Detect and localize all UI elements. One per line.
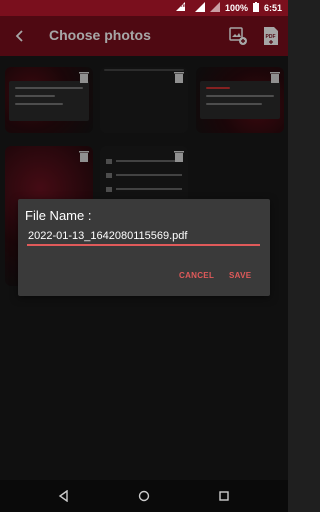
triangle-back-icon xyxy=(58,490,68,502)
clock: 6:51 xyxy=(263,3,282,13)
battery-percentage: 100% xyxy=(224,3,248,13)
lte-icon: LTE xyxy=(175,2,190,14)
save-button[interactable]: SAVE xyxy=(229,271,251,280)
nav-recents-button[interactable] xyxy=(216,488,232,504)
file-name-dialog: File Name : CANCEL SAVE xyxy=(18,199,270,296)
square-recents-icon xyxy=(219,491,229,501)
signal-icon-2 xyxy=(209,2,220,14)
cancel-button[interactable]: CANCEL xyxy=(179,271,214,280)
filename-input[interactable] xyxy=(27,230,260,246)
signal-icon xyxy=(194,2,205,14)
svg-text:LTE: LTE xyxy=(178,3,186,8)
dialog-title: File Name : xyxy=(25,208,92,223)
status-bar: LTE 100% 6:51 xyxy=(0,0,288,16)
status-icons: LTE 100% 6:51 xyxy=(175,2,282,14)
battery-icon xyxy=(252,2,259,14)
nav-home-button[interactable] xyxy=(136,488,152,504)
nav-back-button[interactable] xyxy=(56,488,72,504)
system-nav-bar xyxy=(0,480,288,512)
circle-home-icon xyxy=(138,490,150,502)
